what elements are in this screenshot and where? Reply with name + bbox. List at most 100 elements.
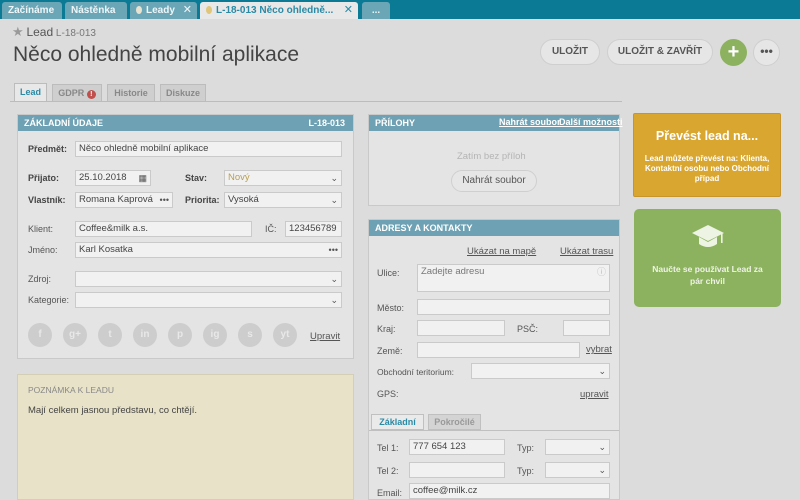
country-label: Země: — [377, 346, 403, 356]
chevron-down-icon: ⌄ — [330, 295, 338, 305]
owner-label: Vlastník: — [28, 195, 66, 205]
save-button[interactable]: ULOŽIT — [540, 39, 600, 65]
territory-select[interactable]: ⌄ — [471, 363, 610, 379]
learn-card[interactable]: Naučte se používat Lead za pár chvil — [634, 209, 781, 307]
convert-subtitle: Lead můžete převést na: Klienta, Kontakt… — [644, 154, 770, 183]
subject-input[interactable]: Něco ohledně mobilní aplikace — [75, 141, 342, 157]
client-input[interactable]: Coffee&milk a.s. — [75, 221, 252, 237]
page-title: Něco ohledně mobilní aplikace — [13, 43, 300, 66]
more-button[interactable]: ••• — [753, 39, 780, 66]
type2-label: Typ: — [517, 466, 535, 476]
instagram-icon[interactable]: ig — [203, 323, 227, 347]
chevron-down-icon: ⌄ — [330, 195, 338, 205]
city-label: Město: — [377, 303, 405, 313]
skype-icon[interactable]: s — [238, 323, 262, 347]
category-select[interactable]: ⌄ — [75, 292, 342, 308]
zip-input[interactable] — [563, 320, 610, 336]
region-input[interactable] — [417, 320, 505, 336]
city-input[interactable] — [417, 299, 610, 315]
contacts-tab-divider — [369, 430, 619, 431]
subtab-lead[interactable]: Lead — [14, 83, 47, 101]
tel1-input[interactable]: 777 654 123 — [409, 439, 505, 455]
state-select[interactable]: Nový ⌄ — [224, 170, 342, 186]
subtab-divider — [10, 101, 622, 102]
subtab-diskuze[interactable]: Diskuze — [160, 84, 206, 101]
territory-label: Obchodní teritorium: — [377, 367, 455, 377]
close-icon[interactable]: ✕ — [344, 2, 353, 19]
address-panel: ADRESY A KONTAKTY — [368, 219, 620, 500]
source-label: Zdroj: — [28, 274, 52, 284]
save-close-button[interactable]: ULOŽIT & ZAVŘÍT — [607, 39, 713, 65]
gps-label: GPS: — [377, 389, 399, 399]
edit-gps-link[interactable]: upravit — [580, 389, 609, 400]
ic-label: IČ: — [265, 224, 277, 234]
convert-lead-card[interactable]: Převést lead na... Lead můžete převést n… — [633, 113, 781, 197]
warning-icon: ! — [86, 90, 96, 99]
show-map-link[interactable]: Ukázat na mapě — [467, 246, 536, 257]
choose-country-link[interactable]: vybrat — [586, 344, 612, 355]
add-button[interactable]: + — [720, 39, 747, 66]
email-label: Email: — [377, 488, 403, 498]
tel2-label: Tel 2: — [377, 466, 399, 476]
type1-select[interactable]: ⌄ — [545, 439, 610, 455]
source-select[interactable]: ⌄ — [75, 271, 342, 287]
top-tab-bar: Začínáme Nástěnka Leady ✕ L-18-013 Něco o… — [0, 0, 800, 19]
chevron-down-icon: ⌄ — [598, 465, 606, 475]
tab-more[interactable]: ... — [362, 2, 390, 19]
owner-input[interactable]: Romana Kaprová ••• — [75, 192, 173, 208]
contacts-tab-basic[interactable]: Základní — [371, 414, 424, 430]
plus-icon: + — [727, 41, 740, 63]
zip-label: PSČ: — [517, 324, 539, 334]
upload-file-link[interactable]: Nahrát soubor — [499, 117, 561, 127]
tel2-input[interactable] — [409, 462, 505, 478]
record-type: ★ Lead L-18-013 — [12, 24, 96, 39]
chevron-down-icon: ⌄ — [330, 173, 338, 183]
facebook-icon[interactable]: f — [28, 323, 52, 347]
basic-info-header: ZÁKLADNÍ ÚDAJE L-18-013 — [18, 115, 353, 131]
close-icon[interactable]: ✕ — [183, 2, 192, 19]
priority-label: Priorita: — [185, 195, 220, 205]
youtube-icon[interactable]: yt — [273, 323, 297, 347]
client-label: Klient: — [28, 224, 54, 234]
category-label: Kategorie: — [28, 295, 70, 305]
more-dots-icon[interactable]: ••• — [160, 193, 169, 207]
lead-icon — [136, 6, 142, 14]
received-date-input[interactable]: 25.10.2018 ▦ — [75, 170, 151, 186]
chevron-down-icon: ⌄ — [598, 366, 606, 376]
subtab-historie[interactable]: Historie — [107, 84, 155, 101]
show-route-link[interactable]: Ukázat trasu — [560, 246, 613, 257]
name-input[interactable]: Karl Kosatka ••• — [75, 242, 342, 258]
country-input[interactable] — [417, 342, 580, 358]
region-label: Kraj: — [377, 324, 396, 334]
google-plus-icon[interactable]: g+ — [63, 323, 87, 347]
pinterest-icon[interactable]: p — [168, 323, 192, 347]
graduation-cap-icon — [691, 225, 724, 247]
edit-social-link[interactable]: Upravit — [310, 331, 340, 342]
contacts-tab-advanced[interactable]: Pokročilé — [428, 414, 481, 430]
type2-select[interactable]: ⌄ — [545, 462, 610, 478]
street-input[interactable]: Zadejte adresu ⓘ — [417, 264, 610, 292]
chevron-down-icon: ⌄ — [330, 274, 338, 284]
linkedin-icon[interactable]: in — [133, 323, 157, 347]
name-label: Jméno: — [28, 245, 58, 255]
star-icon[interactable]: ★ — [12, 24, 24, 39]
tab-leady[interactable]: Leady ✕ — [130, 2, 197, 19]
tab-nastenka[interactable]: Nástěnka — [65, 2, 127, 19]
tab-zaciname[interactable]: Začínáme — [2, 2, 62, 19]
priority-select[interactable]: Vysoká ⌄ — [224, 192, 342, 208]
note-title: POZNÁMKA K LEADU — [28, 385, 114, 395]
more-options-link[interactable]: Další možnosti — [559, 117, 623, 127]
more-dots-icon[interactable]: ••• — [329, 243, 338, 257]
lead-icon — [206, 6, 212, 14]
calendar-icon[interactable]: ▦ — [138, 171, 147, 185]
ic-input[interactable]: 123456789 — [285, 221, 342, 237]
info-icon[interactable]: ⓘ — [597, 265, 606, 279]
chevron-down-icon: ⌄ — [598, 442, 606, 452]
tab-current-lead[interactable]: L-18-013 Něco ohledně... ✕ — [200, 2, 358, 19]
note-text[interactable]: Mají celkem jasnou představu, co chtějí. — [28, 405, 197, 416]
subtab-gdpr[interactable]: GDPR ! — [52, 84, 102, 101]
upload-file-button[interactable]: Nahrát soubor — [451, 170, 537, 192]
twitter-icon[interactable]: t — [98, 323, 122, 347]
convert-title: Převést lead na... — [655, 129, 759, 143]
email-input[interactable]: coffee@milk.cz — [409, 483, 610, 499]
